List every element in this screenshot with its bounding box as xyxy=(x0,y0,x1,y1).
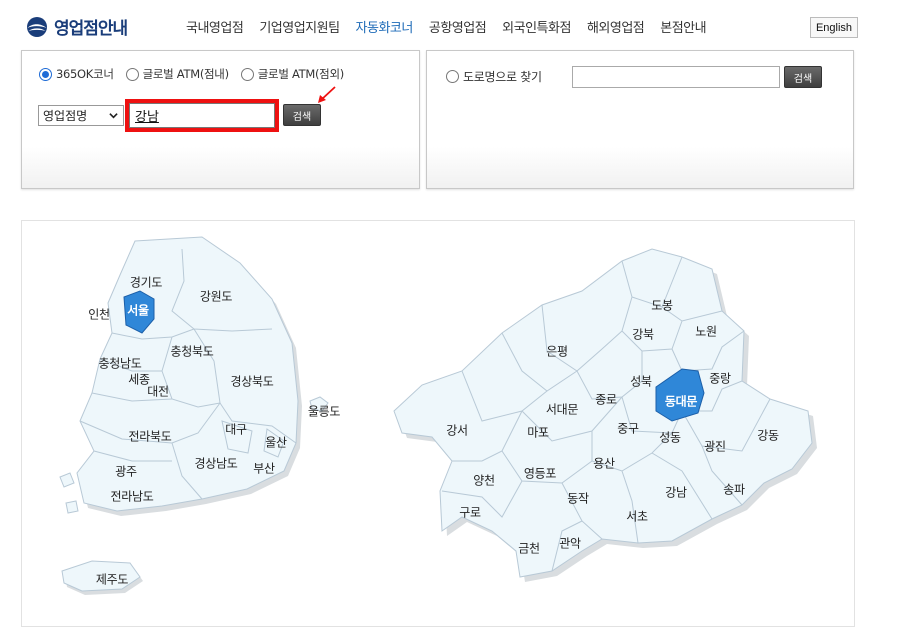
district-label-geumcheon[interactable]: 금천 xyxy=(518,540,540,557)
region-label-chungnam[interactable]: 충청남도 xyxy=(99,355,142,372)
branch-search-button[interactable]: 검색 xyxy=(283,104,321,126)
branch-search-input[interactable]: 강남 xyxy=(129,103,275,128)
region-label-daejeon[interactable]: 대전 xyxy=(147,383,169,400)
island-shape xyxy=(59,472,75,488)
english-button[interactable]: English xyxy=(810,17,858,38)
region-label-ulsan[interactable]: 울산 xyxy=(265,434,287,451)
district-label-dobong[interactable]: 도봉 xyxy=(651,297,673,314)
district-label-eunpyeong[interactable]: 은평 xyxy=(546,343,568,360)
radio-label: 도로명으로 찾기 xyxy=(463,70,542,84)
nav-item-overseas[interactable]: 해외영업점 xyxy=(587,17,645,36)
nav-item-airport[interactable]: 공항영업점 xyxy=(429,17,487,36)
select-value: 영업점명 xyxy=(43,109,88,123)
branch-search-panel: 365OK코너 글로벌 ATM(점내) 글로벌 ATM(점외) 영업점명 강남 … xyxy=(21,50,420,189)
district-label-guro[interactable]: 구로 xyxy=(459,504,481,521)
search-type-select[interactable]: 영업점명 xyxy=(38,105,124,126)
district-label-jungnang[interactable]: 중랑 xyxy=(709,370,731,387)
district-label-nowon[interactable]: 노원 xyxy=(695,323,717,340)
district-label-gangnam[interactable]: 강남 xyxy=(665,484,687,501)
pointer-arrow-icon xyxy=(318,86,336,103)
region-label-jeju[interactable]: 제주도 xyxy=(96,571,129,588)
radio-label: 365OK코너 xyxy=(56,67,114,81)
district-label-seongbuk[interactable]: 성북 xyxy=(630,373,652,390)
radio-label: 글로벌 ATM(점외) xyxy=(257,67,344,81)
map-area: 경기도 강원도 인천 서울 충청북도 충청남도 세종 대전 경상북도 울릉도 대… xyxy=(21,220,855,627)
region-label-seoul[interactable]: 서울 xyxy=(127,302,149,319)
district-label-seongdong[interactable]: 성동 xyxy=(659,429,681,446)
page: 영업점안내 국내영업점 기업영업지원팀 자동화코너 공항영업점 외국인특화점 해… xyxy=(0,0,907,637)
district-label-gangseo[interactable]: 강서 xyxy=(446,422,468,439)
logo-text: 영업점안내 xyxy=(54,19,128,39)
region-label-gyeonggi[interactable]: 경기도 xyxy=(130,274,163,291)
search-input-value: 강남 xyxy=(135,110,159,125)
search-highlight-box: 강남 xyxy=(125,99,279,132)
district-label-gwanak[interactable]: 관악 xyxy=(559,535,581,552)
region-label-gwangju[interactable]: 광주 xyxy=(115,463,137,480)
region-label-daegu[interactable]: 대구 xyxy=(225,421,247,438)
nav-item-headquarters[interactable]: 본점안내 xyxy=(660,17,706,36)
road-radio[interactable]: 도로명으로 찾기 xyxy=(446,68,542,85)
radio-label: 글로벌 ATM(점내) xyxy=(142,67,229,81)
radio-button-checked[interactable] xyxy=(39,67,52,81)
main-nav: 국내영업점 기업영업지원팀 자동화코너 공항영업점 외국인특화점 해외영업점 본… xyxy=(186,17,722,36)
district-label-yangcheon[interactable]: 양천 xyxy=(473,472,495,489)
region-label-gangwon[interactable]: 강원도 xyxy=(200,288,233,305)
island-shape xyxy=(65,500,79,514)
radio-button[interactable] xyxy=(446,70,459,83)
corner-type-radios: 365OK코너 글로벌 ATM(점내) 글로벌 ATM(점외) xyxy=(39,66,356,82)
district-label-dongjak[interactable]: 동작 xyxy=(567,490,589,507)
region-label-ulleungdo[interactable]: 울릉도 xyxy=(308,403,341,420)
radio-global-atm-inside[interactable]: 글로벌 ATM(점내) xyxy=(125,66,229,82)
nav-item-domestic[interactable]: 국내영업점 xyxy=(186,17,244,36)
district-label-gangbuk[interactable]: 강북 xyxy=(632,326,654,343)
district-label-mapo[interactable]: 마포 xyxy=(527,424,549,441)
nav-item-corporate[interactable]: 기업영업지원팀 xyxy=(259,17,340,36)
road-search-input[interactable] xyxy=(572,66,780,88)
region-label-gyeongnam[interactable]: 경상남도 xyxy=(195,455,238,472)
region-label-busan[interactable]: 부산 xyxy=(253,460,275,477)
district-label-junggu[interactable]: 중구 xyxy=(617,420,639,437)
region-label-incheon[interactable]: 인천 xyxy=(88,306,110,323)
road-search-button[interactable]: 검색 xyxy=(784,66,822,88)
district-label-gwangjin[interactable]: 광진 xyxy=(704,438,726,455)
logo[interactable]: 영업점안내 xyxy=(26,14,128,39)
region-label-chungbuk[interactable]: 충청북도 xyxy=(171,343,214,360)
radio-button[interactable] xyxy=(240,67,254,81)
nav-item-atm-corner[interactable]: 자동화코너 xyxy=(356,17,414,36)
district-label-yongsan[interactable]: 용산 xyxy=(593,455,615,472)
nav-item-foreigner[interactable]: 외국인특화점 xyxy=(502,17,571,36)
district-label-songpa[interactable]: 송파 xyxy=(723,481,745,498)
chevron-down-icon xyxy=(109,113,118,119)
radio-button[interactable] xyxy=(125,67,139,81)
region-label-gyeongbuk[interactable]: 경상북도 xyxy=(231,373,274,390)
district-label-jongno[interactable]: 종로 xyxy=(595,391,617,408)
logo-icon xyxy=(27,16,47,37)
district-label-gangdong[interactable]: 강동 xyxy=(757,427,779,444)
district-label-dongdaemun[interactable]: 동대문 xyxy=(665,393,698,410)
road-search-panel: 도로명으로 찾기 검색 xyxy=(426,50,854,189)
radio-global-atm-outside[interactable]: 글로벌 ATM(점외) xyxy=(240,66,344,82)
district-label-seocho[interactable]: 서초 xyxy=(626,508,648,525)
radio-365ok[interactable]: 365OK코너 xyxy=(39,66,114,82)
region-label-jeonnam[interactable]: 전라남도 xyxy=(111,488,154,505)
district-label-seodaemun[interactable]: 서대문 xyxy=(546,401,579,418)
district-label-yeongdeungpo[interactable]: 영등포 xyxy=(524,465,557,482)
region-label-jeonbuk[interactable]: 전라북도 xyxy=(129,428,172,445)
